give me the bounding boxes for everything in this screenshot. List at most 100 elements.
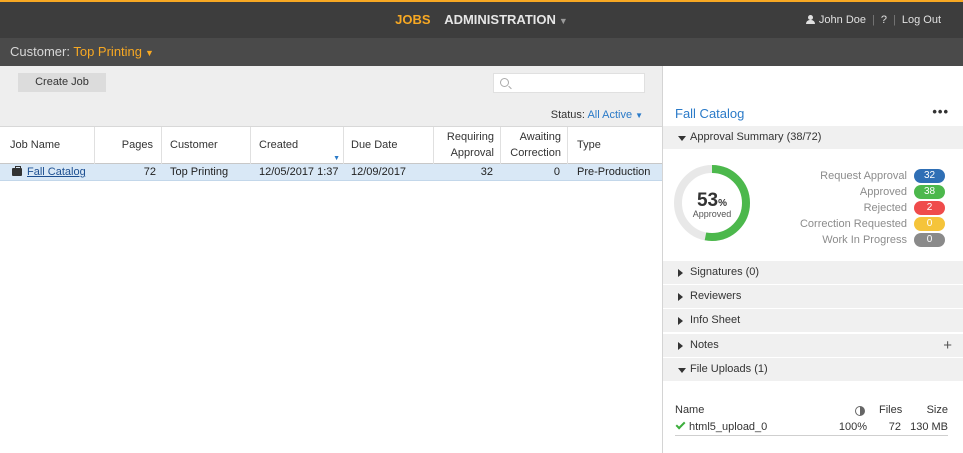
section-label: Info Sheet bbox=[690, 314, 741, 326]
summary-label: Rejected bbox=[863, 202, 907, 214]
column-job-name[interactable]: Job Name bbox=[0, 127, 95, 164]
nav-administration-label: ADMINISTRATION bbox=[444, 12, 556, 27]
job-due-date: 12/09/2017 bbox=[351, 166, 407, 178]
caret-down-icon bbox=[678, 136, 686, 141]
job-name-link[interactable]: Fall Catalog bbox=[27, 164, 86, 180]
approval-percent-value: 53 bbox=[696, 190, 719, 211]
column-type[interactable]: Type bbox=[568, 127, 662, 164]
divider: | bbox=[893, 14, 896, 26]
summary-label: Work In Progress bbox=[822, 234, 907, 246]
approval-donut: 53% Approved bbox=[673, 164, 751, 242]
progress-pie-icon bbox=[855, 406, 865, 416]
caret-right-icon bbox=[678, 269, 683, 277]
add-note-icon[interactable]: + bbox=[943, 334, 952, 357]
count-badge: 0 bbox=[914, 217, 945, 231]
caret-right-icon bbox=[678, 293, 683, 301]
nav-administration[interactable]: ADMINISTRATION ▼ bbox=[444, 2, 568, 39]
column-label: Job Name bbox=[10, 139, 61, 151]
approval-percent-unit: % bbox=[718, 198, 728, 209]
customer-value: Top Printing bbox=[73, 44, 143, 59]
count-badge: 0 bbox=[914, 233, 945, 247]
caret-right-icon bbox=[678, 317, 683, 325]
chevron-down-icon: ▼ bbox=[145, 48, 154, 58]
status-filter[interactable]: Status: All Active ▼ bbox=[551, 109, 643, 121]
job-detail-panel: Fall Catalog ••• Approval Summary (38/72… bbox=[662, 66, 963, 453]
section-label: Notes bbox=[690, 339, 719, 351]
count-badge: 2 bbox=[914, 201, 945, 215]
column-created[interactable]: Created ▼ bbox=[251, 127, 344, 164]
user-menu: John Doe |? | Log Out bbox=[805, 2, 941, 38]
upload-name: html5_upload_0 bbox=[689, 421, 768, 433]
status-label: Status: bbox=[550, 109, 585, 121]
column-label: Awaiting bbox=[519, 131, 561, 143]
count-badge: 32 bbox=[914, 169, 945, 183]
briefcase-icon bbox=[12, 166, 22, 176]
column-label: Correction bbox=[510, 147, 561, 159]
upload-size: 130 MB bbox=[910, 421, 948, 433]
caret-down-icon bbox=[678, 368, 686, 373]
search-box[interactable] bbox=[493, 73, 645, 93]
table-row[interactable]: Fall Catalog 72 Top Printing 12/05/2017 … bbox=[0, 164, 662, 181]
job-awaiting-correction: 0 bbox=[553, 166, 560, 178]
column-requiring-approval[interactable]: Requiring Approval bbox=[434, 127, 501, 164]
count-badge: 38 bbox=[914, 185, 945, 199]
section-label: Approval Summary (38/72) bbox=[690, 131, 822, 143]
section-approval-summary[interactable]: Approval Summary (38/72) bbox=[663, 126, 963, 150]
column-label: Approval bbox=[450, 147, 494, 159]
search-input[interactable] bbox=[514, 75, 642, 91]
panel-title: Fall Catalog bbox=[675, 106, 745, 121]
customer-label: Customer: bbox=[10, 44, 70, 59]
column-label: Due Date bbox=[351, 139, 398, 151]
upload-progress: 100% bbox=[838, 421, 867, 433]
section-file-uploads[interactable]: File Uploads (1) bbox=[663, 358, 963, 382]
column-customer[interactable]: Customer bbox=[162, 127, 251, 164]
section-label: File Uploads (1) bbox=[690, 363, 768, 375]
more-options-icon[interactable]: ••• bbox=[932, 104, 949, 119]
create-job-button[interactable]: Create Job bbox=[18, 73, 106, 92]
column-awaiting-correction[interactable]: Awaiting Correction bbox=[501, 127, 568, 164]
column-label: Customer bbox=[170, 139, 218, 151]
user-name[interactable]: John Doe bbox=[819, 14, 866, 26]
column-due-date[interactable]: Due Date bbox=[344, 127, 434, 164]
job-type: Pre-Production bbox=[577, 166, 651, 178]
column-label: Type bbox=[577, 139, 601, 151]
caret-right-icon bbox=[678, 342, 683, 350]
customer-selector[interactable]: Customer: Top Printing ▼ bbox=[10, 38, 154, 67]
nav-jobs[interactable]: JOBS bbox=[395, 2, 430, 38]
customer-bar: Customer: Top Printing ▼ bbox=[0, 38, 963, 66]
job-toolbar: Create Job Status: All Active ▼ bbox=[0, 66, 662, 126]
chevron-down-icon: ▼ bbox=[558, 16, 568, 26]
column-pages[interactable]: Pages bbox=[95, 127, 162, 164]
upload-files: 72 bbox=[888, 421, 901, 433]
job-pages: 72 bbox=[143, 166, 156, 178]
summary-label: Correction Requested bbox=[799, 218, 907, 230]
column-label: Pages bbox=[121, 139, 153, 151]
uploads-col-files: Files bbox=[879, 404, 903, 416]
section-reviewers[interactable]: Reviewers bbox=[663, 285, 963, 309]
chevron-down-icon: ▼ bbox=[635, 111, 643, 120]
column-label: Created bbox=[259, 139, 299, 151]
table-header: Job Name Pages Customer Created ▼ Due Da… bbox=[0, 126, 662, 164]
sort-desc-icon: ▼ bbox=[333, 155, 340, 162]
user-icon bbox=[805, 15, 815, 24]
job-customer: Top Printing bbox=[170, 166, 229, 178]
section-info-sheet[interactable]: Info Sheet bbox=[663, 309, 963, 333]
job-list-pane: Create Job Status: All Active ▼ Job Name … bbox=[0, 66, 662, 453]
section-signatures[interactable]: Signatures (0) bbox=[663, 261, 963, 285]
uploads-col-name: Name bbox=[675, 404, 705, 416]
section-label: Signatures (0) bbox=[690, 266, 760, 278]
uploads-col-size: Size bbox=[926, 404, 948, 416]
approval-caption: Approved bbox=[692, 209, 732, 219]
divider: | bbox=[872, 14, 875, 26]
top-bar: JOBS ADMINISTRATION ▼ John Doe |? | Log Out bbox=[0, 0, 963, 38]
summary-label: Request Approval bbox=[820, 170, 907, 182]
job-created: 12/05/2017 1:37 bbox=[259, 166, 339, 178]
logout-link[interactable]: Log Out bbox=[902, 14, 941, 26]
section-label: Reviewers bbox=[690, 290, 742, 302]
section-notes[interactable]: Notes + bbox=[663, 334, 963, 358]
status-value: All Active bbox=[587, 109, 633, 121]
upload-row[interactable]: html5_upload_0 100% 72 130 MB bbox=[675, 419, 948, 436]
job-requiring-approval: 32 bbox=[480, 166, 493, 178]
summary-label: Approved bbox=[859, 186, 907, 198]
help-link[interactable]: ? bbox=[881, 14, 887, 26]
